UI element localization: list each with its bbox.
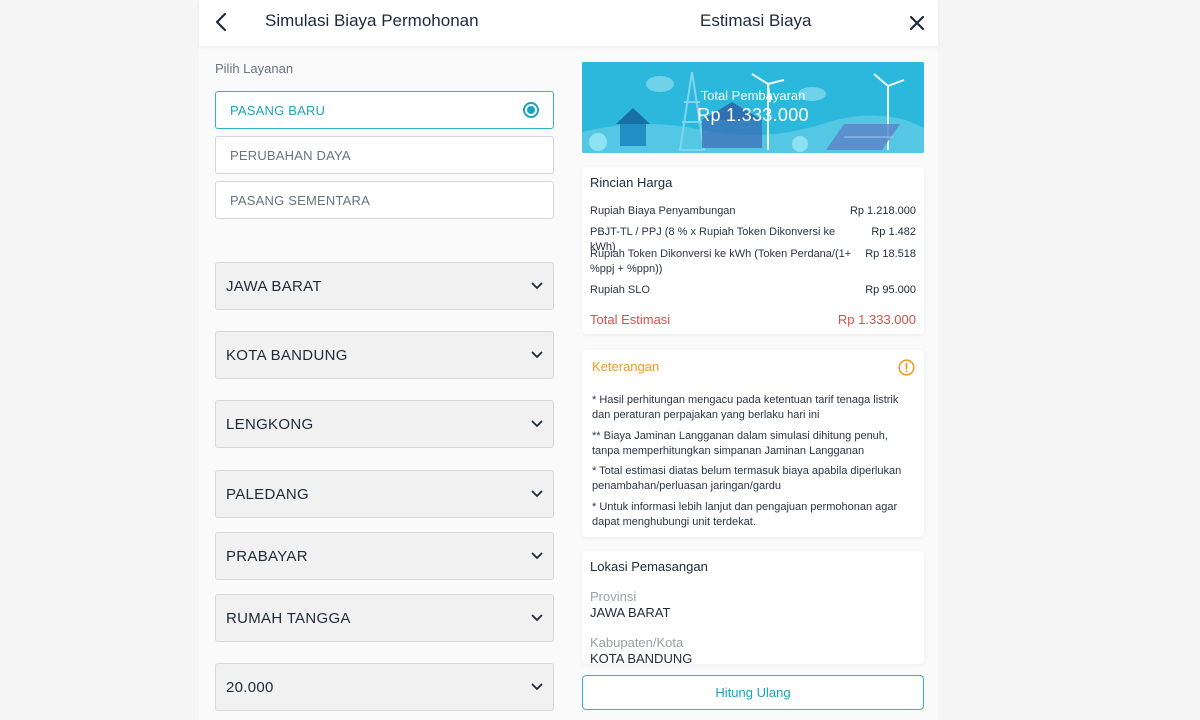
tariff-category-dropdown[interactable]: RUMAH TANGGA <box>215 594 554 642</box>
back-arrow-icon[interactable] <box>211 10 233 34</box>
dropdown-value: LENGKONG <box>226 415 314 433</box>
price-row-value: Rp 95.000 <box>865 284 916 296</box>
price-row-value: Rp 1.218.000 <box>849 205 916 217</box>
service-option-label: PASANG BARU <box>230 102 326 118</box>
dropdown-value: JAWA BARAT <box>226 277 322 295</box>
total-payment-banner: Total Pembayaran Rp 1.333.000 <box>582 62 924 153</box>
dropdown-value: KOTA BANDUNG <box>226 346 348 364</box>
chevron-down-icon <box>531 552 543 559</box>
location-field-value: KOTA BANDUNG <box>590 651 693 664</box>
dropdown-value: 20.000 <box>226 678 274 696</box>
total-estimate-label: Total Estimasi <box>590 312 671 327</box>
estimate-title: Estimasi Biaya <box>700 11 812 30</box>
price-breakdown-card: Rincian Harga Rupiah Biaya Penyambungan … <box>582 167 924 334</box>
installation-location-card: Lokasi Pemasangan Provinsi JAWA BARAT Ka… <box>582 551 924 664</box>
notes-title: Keterangan <box>592 359 660 374</box>
service-section-label: Pilih Layanan <box>215 61 294 76</box>
service-option-perubahan-daya[interactable]: PERUBAHAN DAYA <box>215 136 554 174</box>
province-dropdown[interactable]: JAWA BARAT <box>215 262 554 310</box>
price-row-value: Rp 18.518 <box>865 248 916 260</box>
chevron-down-icon <box>531 420 543 427</box>
dropdown-value: RUMAH TANGGA <box>226 609 351 627</box>
district-dropdown[interactable]: LENGKONG <box>215 400 554 448</box>
app-container: Simulasi Biaya Permohonan Estimasi Biaya… <box>199 0 938 720</box>
chevron-down-icon <box>531 282 543 289</box>
dropdown-value: PRABAYAR <box>226 547 308 565</box>
total-estimate-value: Rp 1.333.000 <box>837 312 916 327</box>
note-item: * Hasil perhitungan mengacu pada ketentu… <box>592 394 899 421</box>
chevron-down-icon <box>531 490 543 497</box>
location-title: Lokasi Pemasangan <box>590 559 708 574</box>
info-icon[interactable] <box>898 359 915 376</box>
dropdown-value: PALEDANG <box>226 485 309 503</box>
price-row-label: Rupiah Token Dikonversi ke kWh (Token Pe… <box>590 248 852 275</box>
radio-selected-icon[interactable] <box>523 102 539 118</box>
chevron-down-icon <box>531 351 543 358</box>
note-item: * Untuk informasi lebih lanjut dan penga… <box>592 501 898 528</box>
location-field-label: Kabupaten/Kota <box>590 635 684 650</box>
token-amount-dropdown[interactable]: 20.000 <box>215 663 554 711</box>
note-item: * Total estimasi diatas belum termasuk b… <box>592 465 902 492</box>
price-row-label: Rupiah Biaya Penyambungan <box>590 205 736 217</box>
chevron-down-icon <box>531 614 543 621</box>
location-field-label: Provinsi <box>590 589 637 604</box>
location-field-value: JAWA BARAT <box>590 605 671 620</box>
total-payment-value: Rp 1.333.000 <box>697 105 809 125</box>
city-dropdown[interactable]: KOTA BANDUNG <box>215 331 554 379</box>
chevron-down-icon <box>531 683 543 690</box>
price-breakdown-title: Rincian Harga <box>590 175 673 190</box>
service-option-pasang-sementara[interactable]: PASANG SEMENTARA <box>215 181 554 219</box>
service-option-label: PASANG SEMENTARA <box>230 192 370 208</box>
price-row-value: Rp 1.482 <box>871 226 916 238</box>
payment-type-dropdown[interactable]: PRABAYAR <box>215 532 554 580</box>
service-option-label: PERUBAHAN DAYA <box>230 147 351 163</box>
note-item: ** Biaya Jaminan Langganan dalam simulas… <box>592 430 888 457</box>
total-payment-label: Total Pembayaran <box>700 88 806 103</box>
notes-card: Keterangan * Hasil perhitungan mengacu p… <box>582 350 924 537</box>
price-row-label: Rupiah SLO <box>590 284 650 296</box>
service-option-pasang-baru[interactable]: PASANG BARU <box>215 91 554 129</box>
village-dropdown[interactable]: PALEDANG <box>215 470 554 518</box>
close-icon[interactable] <box>906 12 928 34</box>
simulation-title: Simulasi Biaya Permohonan <box>265 11 479 30</box>
top-bar: Simulasi Biaya Permohonan Estimasi Biaya <box>199 0 938 46</box>
recalculate-button[interactable]: Hitung Ulang <box>582 675 924 710</box>
